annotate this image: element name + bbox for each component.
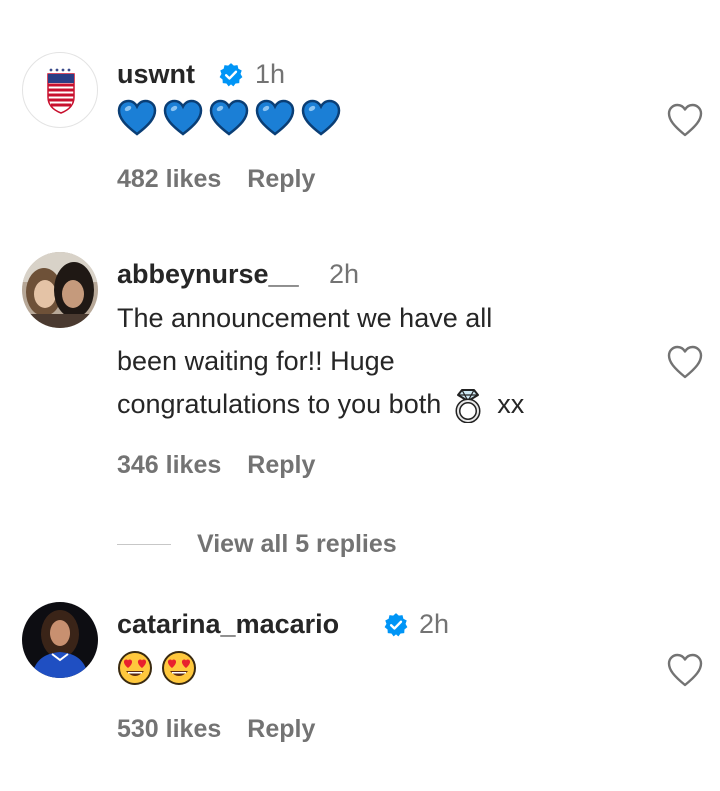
likes-count[interactable]: 530 likes — [117, 715, 221, 743]
reply-button[interactable]: Reply — [247, 715, 315, 743]
avatar[interactable] — [22, 602, 98, 678]
like-heart-icon[interactable] — [666, 652, 704, 688]
verified-badge-icon — [384, 613, 408, 637]
profile-photo-icon — [22, 602, 98, 678]
comment-catarina-macario: catarina_macario 2h 530 likes Reply — [0, 0, 720, 791]
comment-body — [117, 650, 197, 686]
comment-meta: 530 likes Reply — [117, 715, 315, 744]
heart-eyes-emoji-icon — [118, 651, 152, 685]
heart-eyes-emoji-icon — [162, 651, 196, 685]
comment-time: 2h — [419, 609, 450, 639]
comment-username[interactable]: catarina_macario — [117, 609, 339, 640]
